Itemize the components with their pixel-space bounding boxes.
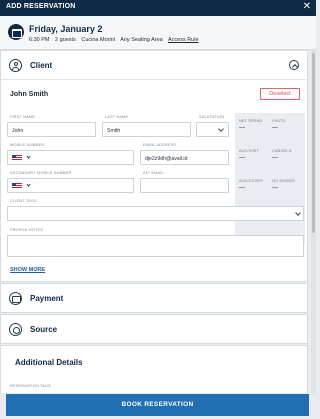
source-section[interactable]: Source xyxy=(0,314,308,344)
last-name-label: LAST NAME xyxy=(105,115,129,119)
restaurant-name: Cucina Morini xyxy=(81,37,115,43)
credit-card-icon xyxy=(9,292,22,305)
book-reservation-button[interactable]: BOOK RESERVATION xyxy=(6,394,309,416)
modal-header: ADD RESERVATION ✕ xyxy=(0,0,316,16)
client-name: John Smith xyxy=(10,91,49,98)
mobile-number-field[interactable] xyxy=(7,150,134,165)
last-name-field[interactable]: Smith xyxy=(102,122,191,137)
stat-cancels: CANCELS — xyxy=(272,149,292,161)
client-section-title: Client xyxy=(30,61,53,70)
form-scroll-area: Client John Smith Deselect FIRST NAME Jo… xyxy=(0,50,311,393)
calendar-icon xyxy=(8,24,24,40)
us-flag-icon xyxy=(12,183,22,189)
close-icon[interactable]: ✕ xyxy=(303,2,311,12)
show-more-link[interactable]: SHOW MORE xyxy=(10,267,45,273)
secondary-mobile-field[interactable] xyxy=(7,178,134,193)
payment-section[interactable]: Payment xyxy=(0,283,308,313)
collapse-chevron-icon[interactable] xyxy=(289,60,299,70)
country-chevron-icon xyxy=(26,182,31,187)
deselect-button[interactable]: Deselect xyxy=(260,88,300,100)
profile-notes-label: PROFILE NOTES xyxy=(10,228,43,232)
alt-email-label: ALT EMAIL xyxy=(143,171,164,175)
client-tags-label: CLIENT TAGS xyxy=(10,199,37,203)
first-name-label: FIRST NAME xyxy=(10,115,35,119)
email-field[interactable]: dje2z9dh@avail.id xyxy=(140,150,229,165)
guest-count: 2 guests xyxy=(55,37,76,43)
scrollbar-thumb[interactable] xyxy=(312,53,315,233)
reservation-summary: Friday, January 2 6:30 PM 2 guests Cucin… xyxy=(0,16,316,50)
source-icon xyxy=(9,323,22,336)
payment-section-title: Payment xyxy=(30,294,64,303)
client-stats-panel: NET SPEND — VISITS — AVG/VISIT — CANCELS… xyxy=(235,113,305,245)
email-label: EMAIL ADDRESS xyxy=(143,143,177,147)
salutation-label: SALUTATION xyxy=(199,115,225,119)
seating-area: Any Seating Area xyxy=(120,37,163,43)
stat-visits: VISITS — xyxy=(272,119,286,131)
alt-email-field[interactable] xyxy=(140,178,229,193)
us-flag-icon xyxy=(12,155,22,161)
stat-avg-visit: AVG/VISIT — xyxy=(239,149,260,161)
reservation-meta: 6:30 PM 2 guests Cucina Morini Any Seati… xyxy=(29,37,203,43)
client-section: Client John Smith Deselect FIRST NAME Jo… xyxy=(0,50,308,282)
secondary-mobile-label: SECONDARY MOBILE NUMBER xyxy=(10,171,72,175)
modal-title: ADD RESERVATION xyxy=(6,3,76,10)
stat-net-spend: NET SPEND — xyxy=(239,119,263,131)
reservation-tags-label: RESERVATION TAGS xyxy=(10,384,51,388)
profile-notes-textarea[interactable] xyxy=(7,235,304,257)
access-rule-link[interactable]: Access Rule xyxy=(168,37,199,43)
additional-details-title: Additional Details xyxy=(15,358,83,367)
additional-details-section: Additional Details RESERVATION TAGS xyxy=(0,345,308,393)
stat-avg-cover: AVG/COVER — xyxy=(239,179,264,191)
source-section-title: Source xyxy=(30,325,58,334)
reservation-time: 6:30 PM xyxy=(29,37,50,43)
stat-no-shows: NO SHOWS — xyxy=(272,179,295,191)
user-icon xyxy=(9,59,22,72)
reservation-date: Friday, January 2 xyxy=(29,24,103,34)
client-tags-select[interactable] xyxy=(7,206,304,221)
mobile-number-label: MOBILE NUMBER xyxy=(10,143,45,147)
scrollbar[interactable] xyxy=(311,50,316,393)
first-name-field[interactable]: John xyxy=(7,122,96,137)
country-chevron-icon xyxy=(26,154,31,159)
section-divider xyxy=(1,79,307,80)
salutation-select[interactable] xyxy=(196,122,229,137)
